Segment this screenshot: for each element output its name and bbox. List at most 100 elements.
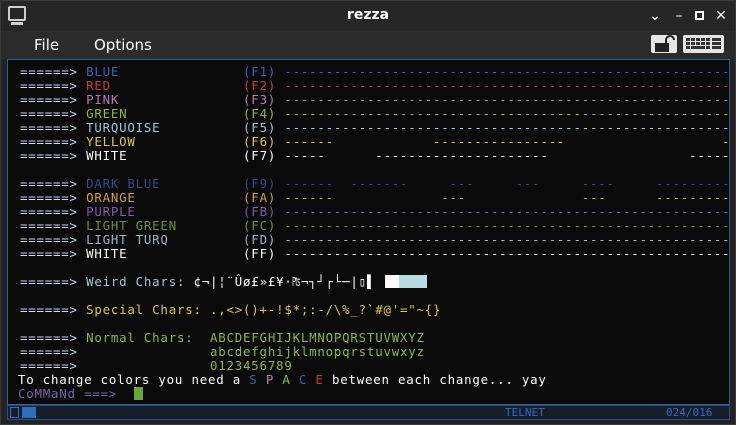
space-letter: S xyxy=(249,372,266,387)
line-arrow: ======> xyxy=(20,302,87,317)
color-line: ======> PINK (F3) ----------------------… xyxy=(20,92,729,107)
status-block xyxy=(22,407,36,418)
line-arrow: ======> xyxy=(20,344,87,359)
color-bar: ----------------------------------------… xyxy=(284,232,730,247)
line-arrow: ======> xyxy=(20,246,87,261)
monitor-icon xyxy=(10,407,19,418)
info-text: between each change... yay xyxy=(331,372,547,387)
function-key: (FC) xyxy=(243,218,277,233)
function-key: (FB) xyxy=(243,204,277,219)
color-bar: ----- --------------------- ---------- xyxy=(276,148,730,163)
line-arrow: ======> xyxy=(20,92,87,107)
line-arrow: ======> xyxy=(20,204,87,219)
color-name: WHITE xyxy=(86,148,128,163)
color-bar: ----------------------------------------… xyxy=(284,218,730,233)
color-name: PINK xyxy=(86,92,120,107)
color-name: DARK BLUE xyxy=(86,176,161,191)
info-line: To change colors you need a S P A C E be… xyxy=(18,373,547,387)
line-arrow: ======> xyxy=(20,190,87,205)
cursor-position: 024/016 xyxy=(666,406,713,419)
color-name: RED xyxy=(86,78,111,93)
color-name: PURPLE xyxy=(86,204,136,219)
color-bar: ----------------------------------------… xyxy=(284,64,730,79)
special-label: Special Chars: xyxy=(86,302,210,317)
title-bar: rezza ⌄ – ✕ xyxy=(1,1,735,31)
line-arrow: ======> xyxy=(20,64,87,79)
weird-label: Weird Chars: xyxy=(86,274,194,289)
connection-mode: TELNET xyxy=(505,406,545,419)
status-bar: TELNET 024/016 xyxy=(7,405,730,420)
color-bar: ------ --- --- ----------- xyxy=(276,190,730,205)
menu-options[interactable]: Options xyxy=(94,36,152,54)
color-bar: ----------------------------------------… xyxy=(284,246,730,261)
color-name: LIGHT GREEN xyxy=(86,218,177,233)
weird-chars: ¢¬|¦¨Ûø£»£¥·₧¬┐┘┌└─|▯▌ xyxy=(193,274,376,289)
line-arrow: ======> xyxy=(20,134,87,149)
close-button[interactable]: ✕ xyxy=(712,7,730,25)
block-char xyxy=(399,275,428,288)
color-line: ======> TURQUOISE (F5) -----------------… xyxy=(20,120,729,135)
color-name: WHITE xyxy=(86,246,128,261)
color-line: ======> BLUE (F1) ----------------------… xyxy=(20,64,730,79)
space-letter: P xyxy=(265,372,283,387)
color-line: ======> DARK BLUE (F9) ------ ------- --… xyxy=(20,176,730,191)
window-title: rezza xyxy=(346,7,390,23)
color-line: ======> PURPLE (FB) --------------------… xyxy=(20,204,730,219)
color-name: TURQUOISE xyxy=(86,120,161,135)
function-key: (F1) xyxy=(243,64,277,79)
text-cursor xyxy=(133,387,143,400)
function-key: (F9) xyxy=(243,176,277,191)
line-arrow: ======> xyxy=(20,176,87,191)
space-letter: C xyxy=(298,372,316,387)
line-arrow: ======> xyxy=(20,358,87,373)
maximize-button[interactable] xyxy=(690,7,708,25)
command-prompt: CoMMaNd ===> xyxy=(18,386,134,401)
info-text: To change colors you need a xyxy=(18,372,250,387)
color-bar: ----------------------------------------… xyxy=(284,106,730,121)
normal-chars-digits-line: ======> 0123456789 xyxy=(20,359,293,373)
color-line: ======> YELLOW (F6) ------ -------------… xyxy=(20,134,730,149)
color-bar: ------ ---------------- ---- xyxy=(276,134,730,149)
line-arrow: ======> xyxy=(20,274,87,289)
normal-digits: 0123456789 xyxy=(210,358,293,373)
color-line: ======> LIGHT GREEN (FC) ---------------… xyxy=(20,218,730,233)
color-name: LIGHT TURQ xyxy=(86,232,169,247)
color-name: GREEN xyxy=(86,106,128,121)
color-bar: ----------------------------------------… xyxy=(284,204,730,219)
color-line: ======> LIGHT TURQ (FD) ----------------… xyxy=(20,232,730,247)
function-key: (FA) xyxy=(243,190,277,205)
color-line: ======> WHITE (FF) ---------------------… xyxy=(20,246,730,261)
special-chars: .,<>()+-!$*;:-/\%_?`#@'="~{} xyxy=(210,302,442,317)
terminal-screen[interactable]: ======> BLUE (F1) ----------------------… xyxy=(7,59,730,405)
function-key: (F2) xyxy=(243,78,277,93)
color-bar: ------ ------- --- --- ---- ----------- xyxy=(276,176,730,191)
normal-label: Normal Chars: xyxy=(86,330,210,345)
function-key: (FF) xyxy=(243,246,277,261)
keyboard-icon[interactable] xyxy=(683,35,724,53)
normal-lower: abcdefghijklmnopqrstuvwxyz xyxy=(210,344,425,359)
function-key: (F5) xyxy=(243,120,277,135)
menu-file[interactable]: File xyxy=(34,36,59,54)
line-arrow: ======> xyxy=(20,148,87,163)
color-name: YELLOW xyxy=(86,134,136,149)
line-arrow: ======> xyxy=(20,78,87,93)
lock-icon[interactable] xyxy=(651,35,677,53)
line-arrow: ======> xyxy=(20,330,87,345)
command-line: CoMMaNd ===> xyxy=(18,387,143,401)
color-name: BLUE xyxy=(86,64,120,79)
block-char xyxy=(385,275,400,288)
special-chars-line: ======> Special Chars: .,<>()+-!$*;:-/\%… xyxy=(20,303,441,317)
minimize-button[interactable]: – xyxy=(670,7,688,25)
normal-chars-upper-line: ======> Normal Chars: ABCDEFGHIJKLMNOPQR… xyxy=(20,331,425,345)
chevron-down-icon[interactable]: ⌄ xyxy=(646,7,664,25)
function-key: (F7) xyxy=(243,148,277,163)
